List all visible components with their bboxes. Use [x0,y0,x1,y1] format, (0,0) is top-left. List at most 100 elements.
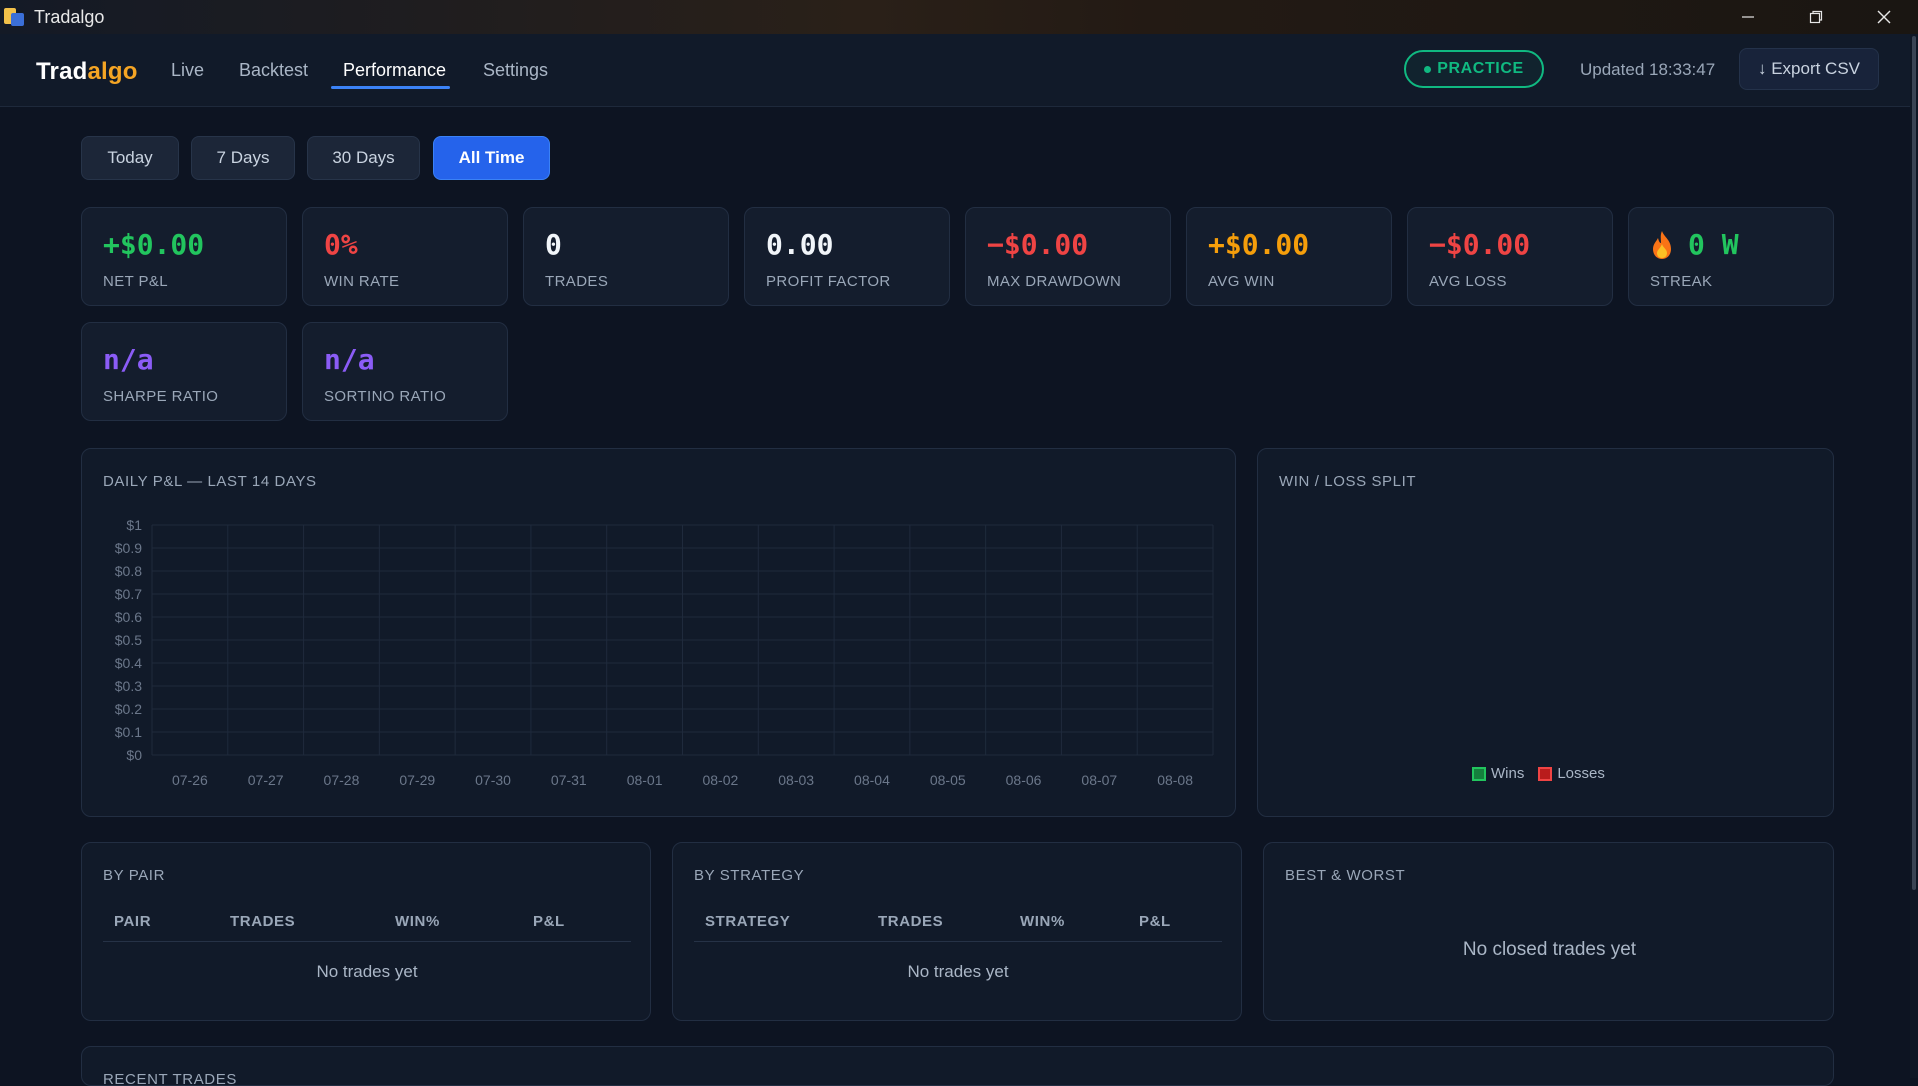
app-logo-icon [4,6,24,28]
by-pair-title: BY PAIR [103,867,166,884]
by-strategy-col-winpct[interactable]: WIN% [1020,913,1065,930]
profit-factor-value: 0.00 [766,228,834,261]
x-tick-label: 07-28 [324,772,360,788]
stat-card-profit-factor: 0.00 PROFIT FACTOR [744,207,950,306]
x-tick-label: 08-08 [1157,772,1193,788]
y-tick-label: $1 [126,517,142,533]
tab-live[interactable]: Live [171,60,204,81]
stat-card-max-drawdown: −$0.00 MAX DRAWDOWN [965,207,1171,306]
by-strategy-col-trades[interactable]: TRADES [878,913,943,930]
window-title-bar: Tradalgo [0,0,1918,34]
trades-label: TRADES [545,273,609,290]
x-tick-label: 08-03 [778,772,814,788]
best-worst-title: BEST & WORST [1285,867,1406,884]
x-tick-label: 07-31 [551,772,587,788]
legend-wins-label[interactable]: Wins [1491,765,1524,782]
best-worst-empty: No closed trades yet [1462,939,1637,960]
mode-badge[interactable]: PRACTICE [1404,50,1544,88]
by-pair-col-pnl[interactable]: P&L [533,913,565,930]
x-tick-label: 07-26 [172,772,208,788]
y-tick-label: $0.2 [115,701,142,717]
flame-icon [1653,230,1671,259]
close-icon[interactable] [1850,0,1918,34]
x-tick-label: 07-30 [475,772,511,788]
filter-today[interactable]: Today [81,136,179,180]
x-tick-label: 08-04 [854,772,890,788]
active-tab-indicator [331,86,450,89]
win-loss-title: WIN / LOSS SPLIT [1279,473,1417,490]
by-pair-empty: No trades yet [316,962,418,981]
streak-value-row: 0 W [1650,228,1739,261]
x-tick-label: 07-29 [399,772,435,788]
by-strategy-col-strategy[interactable]: STRATEGY [705,913,790,930]
avg-loss-value: −$0.00 [1429,228,1531,261]
profit-factor-label: PROFIT FACTOR [766,273,891,290]
status-dot-icon [1424,65,1432,73]
by-pair-col-trades[interactable]: TRADES [230,913,295,930]
x-tick-label: 08-02 [702,772,738,788]
sortino-ratio-label: SORTINO RATIO [324,388,447,405]
brand-accent: algo [87,58,138,85]
by-strategy-divider [694,941,1222,942]
last-updated: Updated 18:33:47 [1580,60,1716,79]
y-tick-label: $0.6 [115,609,142,625]
tab-settings[interactable]: Settings [483,60,548,81]
recent-trades-title: RECENT TRADES [103,1071,237,1086]
x-tick-label: 07-27 [248,772,284,788]
restore-icon[interactable] [1782,0,1850,34]
scrollbar-thumb[interactable] [1912,36,1916,890]
by-pair-col-winpct[interactable]: WIN% [395,913,440,930]
y-tick-label: $0.3 [115,678,142,694]
brand-name: Trad [36,58,88,85]
by-strategy-title: BY STRATEGY [694,867,805,884]
y-tick-label: $0.1 [115,724,142,740]
y-tick-label: $0.8 [115,563,142,579]
net-pnl-value: +$0.00 [103,228,205,261]
y-tick-label: $0.5 [115,632,142,648]
filter-30-days[interactable]: 30 Days [307,136,420,180]
win-loss-panel: WIN / LOSS SPLIT Wins Losses [1257,448,1834,817]
export-csv-button[interactable]: ↓ Export CSV [1739,48,1879,90]
recent-trades-panel: RECENT TRADES [81,1046,1834,1086]
stat-card-trades: 0 TRADES [523,207,729,306]
x-tick-label: 08-01 [627,772,663,788]
stat-card-avg-win: +$0.00 AVG WIN [1186,207,1392,306]
minimize-icon[interactable] [1714,0,1782,34]
legend-wins-swatch [1472,766,1486,781]
x-tick-label: 08-07 [1081,772,1117,788]
win-rate-label: WIN RATE [324,273,400,290]
y-tick-label: $0.7 [115,586,142,602]
win-rate-value: 0% [324,228,358,261]
sharpe-ratio-label: SHARPE RATIO [103,388,219,405]
y-tick-label: $0.9 [115,540,142,556]
win-loss-legend: Wins Losses [1472,765,1605,782]
avg-win-value: +$0.00 [1208,228,1310,261]
by-pair-col-pair[interactable]: PAIR [114,913,151,930]
streak-value: 0 W [1688,228,1739,261]
stat-card-net-pnl: +$0.00 NET P&L [81,207,287,306]
by-pair-divider [103,941,631,942]
best-worst-panel: BEST & WORST No closed trades yet [1263,842,1834,1021]
max-drawdown-value: −$0.00 [987,228,1089,261]
x-tick-label: 08-06 [1006,772,1042,788]
stat-card-win-rate: 0% WIN RATE [302,207,508,306]
by-pair-panel: BY PAIR PAIR TRADES WIN% P&L No trades y… [81,842,651,1021]
by-strategy-panel: BY STRATEGY STRATEGY TRADES WIN% P&L No … [672,842,1242,1021]
tab-backtest[interactable]: Backtest [239,60,308,81]
avg-win-label: AVG WIN [1208,273,1275,290]
filter-all-time[interactable]: All Time [433,136,550,180]
brand-logo[interactable]: Tradalgo [36,58,138,86]
sortino-ratio-value: n/a [324,343,375,376]
y-tick-label: $0 [126,747,142,763]
by-strategy-col-pnl[interactable]: P&L [1139,913,1171,930]
avg-loss-label: AVG LOSS [1429,273,1507,290]
daily-pnl-panel: DAILY P&L — LAST 14 DAYS $0 $0.1 $0.2 $0.3 $… [81,448,1236,817]
legend-losses-label[interactable]: Losses [1557,765,1605,782]
tab-performance[interactable]: Performance [343,60,446,81]
streak-label: STREAK [1650,273,1713,290]
stat-card-streak: 0 W STREAK [1628,207,1834,306]
trades-value: 0 [545,228,562,261]
legend-losses-swatch [1538,766,1553,781]
max-drawdown-label: MAX DRAWDOWN [987,273,1122,290]
filter-7-days[interactable]: 7 Days [191,136,295,180]
